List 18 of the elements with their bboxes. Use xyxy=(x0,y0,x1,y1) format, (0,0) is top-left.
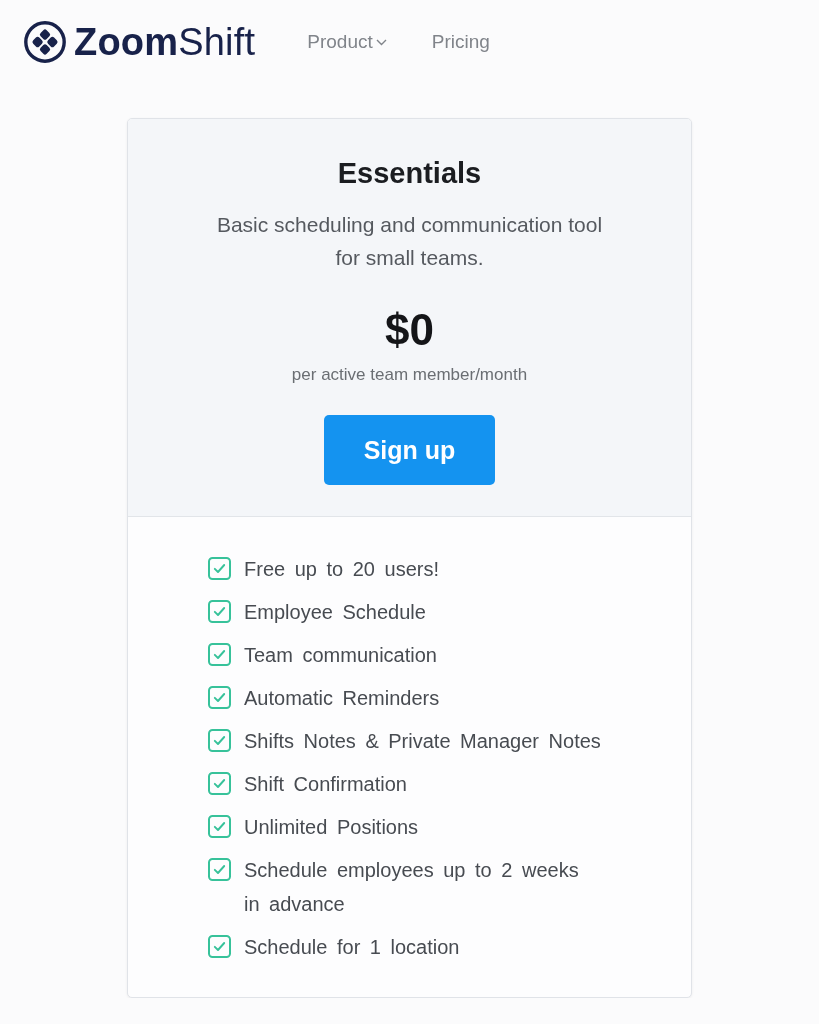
sign-up-button[interactable]: Sign up xyxy=(324,415,495,485)
feature-text: Shifts Notes & Private Manager Notes xyxy=(244,729,602,754)
feature-text: Automatic Reminders xyxy=(244,686,441,711)
feature-text: Team communication xyxy=(244,643,438,668)
feature-text: Schedule for 1 location xyxy=(244,935,461,960)
feature-text: Unlimited Positions xyxy=(244,815,420,840)
feature-text: Employee Schedule xyxy=(244,600,427,625)
nav-link[interactable]: Pricing xyxy=(431,30,490,54)
price-note: per active team member/month xyxy=(291,364,528,386)
logo-wordmark[interactable]: ZoomShift xyxy=(74,20,256,64)
plan-price: $0 xyxy=(385,304,434,356)
four-petal-logo-icon xyxy=(24,21,66,63)
plan-description: Basic scheduling and communication tool for small teams. xyxy=(215,212,604,271)
feature-text: Schedule employees up to 2 weeks in advance xyxy=(244,858,580,917)
nav-link[interactable]: Product xyxy=(307,30,387,54)
feature-text: Free up to 20 users! xyxy=(244,557,440,582)
feature-text: Shift Confirmation xyxy=(244,772,408,797)
plan-title: Essentials xyxy=(337,156,482,191)
